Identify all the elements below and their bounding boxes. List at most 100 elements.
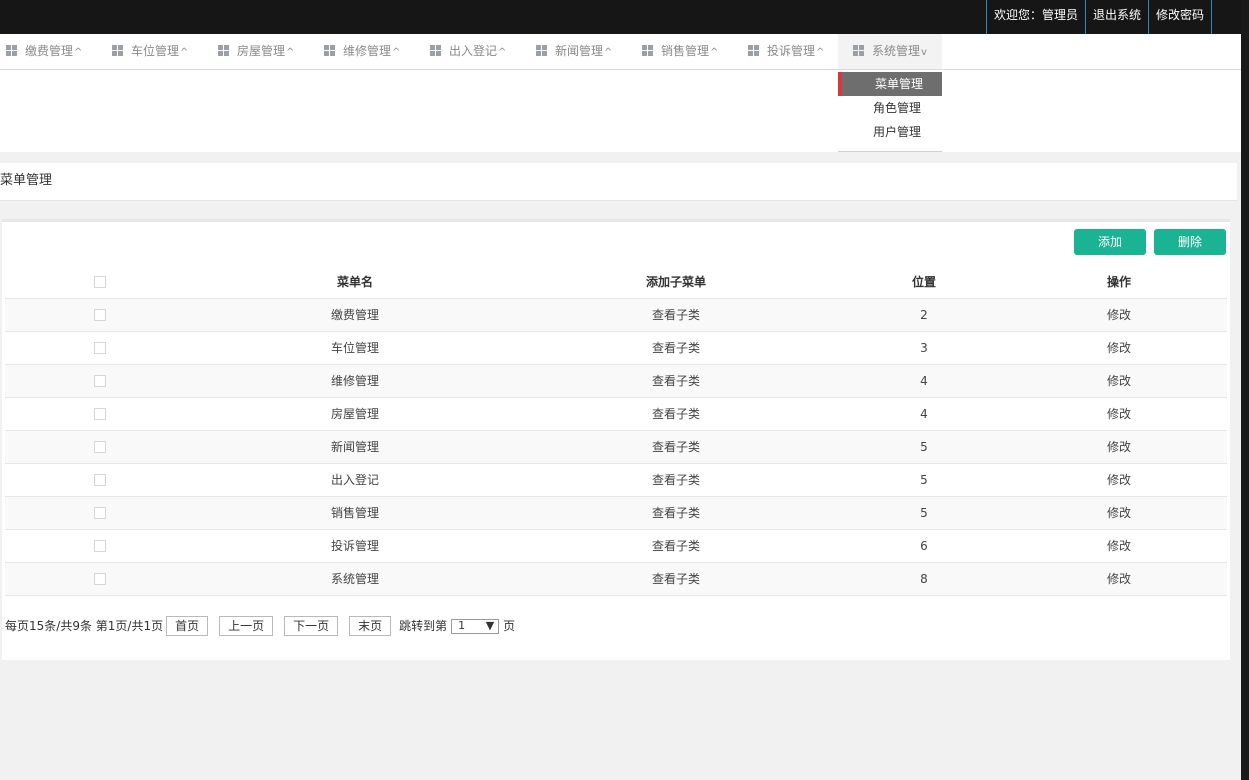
change-password-link[interactable]: 修改密码 [1147, 0, 1212, 34]
nav-item-house[interactable]: 房屋管理^ [218, 34, 294, 69]
view-sub-link[interactable]: 查看子类 [515, 298, 837, 332]
menu-name: 房屋管理 [195, 397, 515, 431]
grid-icon [853, 45, 864, 56]
nav-item-complaint[interactable]: 投诉管理^ [748, 34, 824, 69]
row-checkbox[interactable] [94, 540, 106, 552]
menu-name: 投诉管理 [195, 529, 515, 563]
nav-item-fee[interactable]: 缴费管理^ [6, 34, 82, 69]
menu-name: 新闻管理 [195, 430, 515, 464]
page-select[interactable]: 1 ▼ [451, 618, 500, 634]
pager-summary: 每页15条/共9条 第1页/共1页 [5, 619, 164, 633]
header-name: 菜单名 [195, 265, 515, 299]
dropdown-item-menu[interactable]: 菜单管理 [838, 72, 942, 96]
menu-position: 8 [837, 562, 1011, 596]
view-sub-link[interactable]: 查看子类 [515, 496, 837, 530]
grid-icon [324, 45, 335, 56]
caret-up-icon: ^ [286, 47, 295, 58]
menu-position: 5 [837, 463, 1011, 497]
row-checkbox[interactable] [94, 408, 106, 420]
top-links: 欢迎您：管理员 退出系统 修改密码 [985, 0, 1212, 34]
row-checkbox[interactable] [94, 573, 106, 585]
view-sub-link[interactable]: 查看子类 [515, 331, 837, 365]
delete-button[interactable]: 删除 [1154, 229, 1226, 255]
menu-name: 缴费管理 [195, 298, 515, 332]
select-all-checkbox[interactable] [94, 275, 106, 288]
table-row: 缴费管理 查看子类 2 修改 [5, 298, 1227, 332]
dropdown-arrow-icon: ▼ [485, 619, 495, 632]
edit-link[interactable]: 修改 [1011, 331, 1227, 365]
table-row: 系统管理 查看子类 8 修改 [5, 562, 1227, 596]
breadcrumb: 菜单管理 [0, 163, 1237, 201]
top-bar: 欢迎您：管理员 退出系统 修改密码 [0, 0, 1241, 34]
menu-name: 销售管理 [195, 496, 515, 530]
grid-icon [748, 45, 759, 56]
menu-name: 维修管理 [195, 364, 515, 398]
add-button[interactable]: 添加 [1074, 229, 1146, 255]
header-sub: 添加子菜单 [515, 265, 837, 299]
table-row: 房屋管理 查看子类 4 修改 [5, 397, 1227, 431]
last-page-button[interactable]: 末页 [349, 616, 392, 636]
pagination: 每页15条/共9条 第1页/共1页 首页 上一页 下一页 末页 跳转到第 1 ▼ … [5, 615, 515, 637]
row-checkbox[interactable] [94, 375, 106, 387]
menu-position: 3 [837, 331, 1011, 365]
nav-item-parking[interactable]: 车位管理^ [112, 34, 188, 69]
row-checkbox[interactable] [94, 441, 106, 453]
window-scrollbar[interactable] [1241, 0, 1249, 780]
row-checkbox[interactable] [94, 474, 106, 486]
menu-position: 5 [837, 496, 1011, 530]
row-checkbox[interactable] [94, 309, 106, 321]
menu-table: 菜单名 添加子菜单 位置 操作 缴费管理 查看子类 2 修改 车位管理 查看子类 3 修改 … [5, 265, 1227, 596]
caret-up-icon: ^ [498, 47, 507, 58]
view-sub-link[interactable]: 查看子类 [515, 364, 837, 398]
grid-icon [112, 45, 123, 56]
row-checkbox[interactable] [94, 507, 106, 519]
nav-item-repair[interactable]: 维修管理^ [324, 34, 400, 69]
edit-link[interactable]: 修改 [1011, 529, 1227, 563]
jump-label: 跳转到第 [399, 619, 448, 633]
table-row: 销售管理 查看子类 5 修改 [5, 496, 1227, 530]
edit-link[interactable]: 修改 [1011, 463, 1227, 497]
menu-name: 出入登记 [195, 463, 515, 497]
grid-icon [6, 45, 17, 56]
edit-link[interactable]: 修改 [1011, 562, 1227, 596]
edit-link[interactable]: 修改 [1011, 397, 1227, 431]
nav-item-news[interactable]: 新闻管理^ [536, 34, 612, 69]
caret-down-icon: v [921, 47, 927, 58]
view-sub-link[interactable]: 查看子类 [515, 397, 837, 431]
view-sub-link[interactable]: 查看子类 [515, 430, 837, 464]
system-dropdown: 菜单管理 角色管理 用户管理 [838, 70, 942, 152]
nav-item-system[interactable]: 系统管理v [838, 34, 942, 69]
menu-position: 4 [837, 364, 1011, 398]
grid-icon [642, 45, 653, 56]
edit-link[interactable]: 修改 [1011, 496, 1227, 530]
table-row: 投诉管理 查看子类 6 修改 [5, 529, 1227, 563]
header-pos: 位置 [837, 265, 1011, 299]
caret-up-icon: ^ [710, 47, 719, 58]
nav-item-sales[interactable]: 销售管理^ [642, 34, 718, 69]
nav-item-access[interactable]: 出入登记^ [430, 34, 506, 69]
next-page-button[interactable]: 下一页 [284, 616, 339, 636]
grid-icon [218, 45, 229, 56]
edit-link[interactable]: 修改 [1011, 364, 1227, 398]
edit-link[interactable]: 修改 [1011, 430, 1227, 464]
edit-link[interactable]: 修改 [1011, 298, 1227, 332]
header-op: 操作 [1011, 265, 1227, 299]
table-header-row: 菜单名 添加子菜单 位置 操作 [5, 265, 1227, 299]
caret-up-icon: ^ [74, 47, 83, 58]
row-checkbox[interactable] [94, 342, 106, 354]
caret-up-icon: ^ [816, 47, 825, 58]
prev-page-button[interactable]: 上一页 [219, 616, 274, 636]
welcome-text: 欢迎您：管理员 [985, 0, 1085, 34]
grid-icon [430, 45, 441, 56]
dropdown-item-user[interactable]: 用户管理 [838, 120, 942, 144]
first-page-button[interactable]: 首页 [166, 616, 209, 636]
view-sub-link[interactable]: 查看子类 [515, 463, 837, 497]
caret-up-icon: ^ [392, 47, 401, 58]
logout-link[interactable]: 退出系统 [1084, 0, 1148, 34]
dropdown-item-role[interactable]: 角色管理 [838, 96, 942, 120]
page-suffix: 页 [503, 619, 516, 633]
view-sub-link[interactable]: 查看子类 [515, 562, 837, 596]
view-sub-link[interactable]: 查看子类 [515, 529, 837, 563]
table-row: 车位管理 查看子类 3 修改 [5, 331, 1227, 365]
table-row: 维修管理 查看子类 4 修改 [5, 364, 1227, 398]
